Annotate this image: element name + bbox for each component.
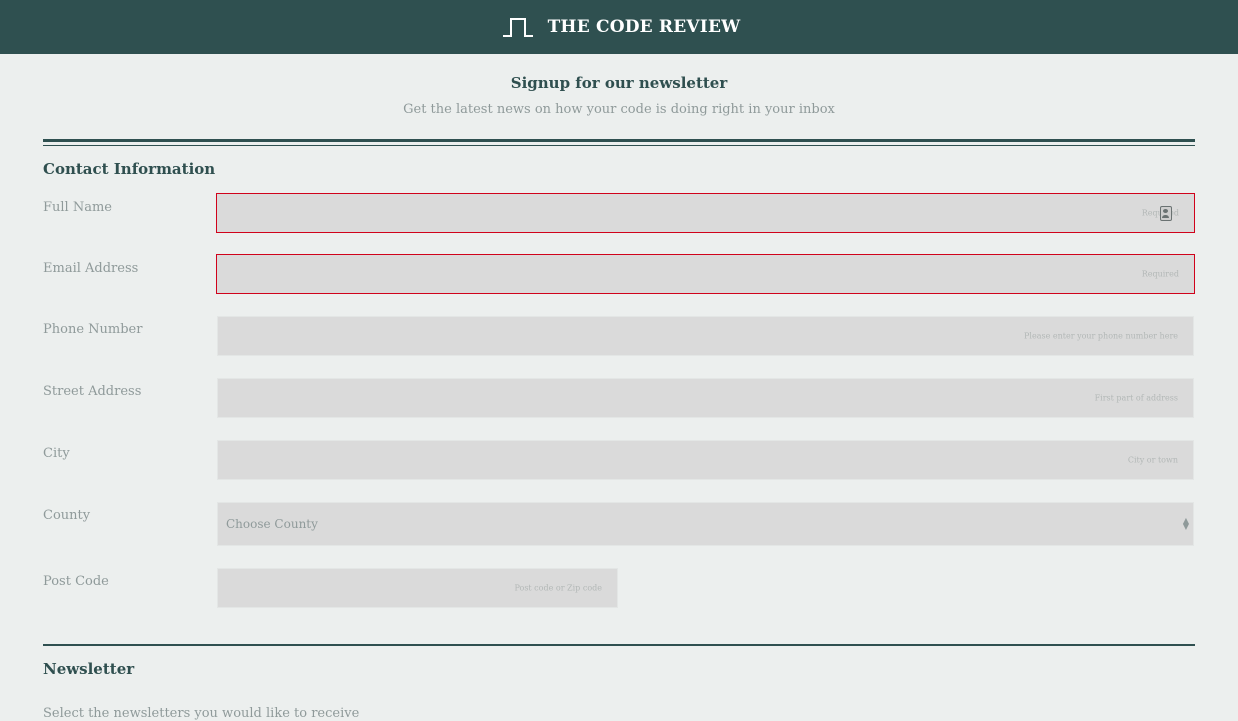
brand[interactable]: THE CODE REVIEW (502, 16, 741, 38)
contact-section-title: Contact Information (43, 160, 216, 178)
select-arrows-icon: ▲ ▼ (1182, 516, 1189, 531)
full-name-label: Full Name (43, 200, 112, 215)
postcode-placeholder: Post code or Zip code (514, 583, 602, 593)
postcode-label: Post Code (43, 574, 109, 589)
section-divider (43, 139, 1195, 146)
street-placeholder: First part of address (1094, 393, 1178, 403)
full-name-input[interactable]: Required (216, 193, 1195, 233)
page-title: Signup for our newsletter (510, 74, 728, 92)
site-header: THE CODE REVIEW (0, 0, 1238, 54)
section-divider (43, 644, 1195, 646)
contact-autofill-icon[interactable] (1160, 206, 1172, 221)
phone-placeholder: Please enter your phone number here (1024, 331, 1178, 341)
county-selected-value: Choose County (226, 517, 318, 531)
city-label: City (43, 446, 70, 461)
newsletter-description: Select the newsletters you would like to… (43, 706, 360, 721)
city-placeholder: City or town (1127, 455, 1178, 465)
county-select[interactable]: Choose County ▲ ▼ (217, 502, 1194, 546)
brand-title: THE CODE REVIEW (547, 17, 741, 37)
city-input[interactable]: City or town (217, 440, 1194, 480)
phone-label: Phone Number (43, 322, 143, 337)
email-label: Email Address (43, 261, 139, 276)
street-label: Street Address (43, 384, 142, 399)
page-subtitle: Get the latest news on how your code is … (403, 102, 835, 117)
email-placeholder: Required (1141, 269, 1179, 279)
county-label: County (43, 508, 91, 523)
pulse-wave-logo-icon (502, 18, 533, 37)
street-input[interactable]: First part of address (217, 378, 1194, 418)
email-input[interactable]: Required (216, 254, 1195, 294)
postcode-input[interactable]: Post code or Zip code (217, 568, 618, 608)
newsletter-section-title: Newsletter (43, 660, 135, 678)
phone-input[interactable]: Please enter your phone number here (217, 316, 1194, 356)
